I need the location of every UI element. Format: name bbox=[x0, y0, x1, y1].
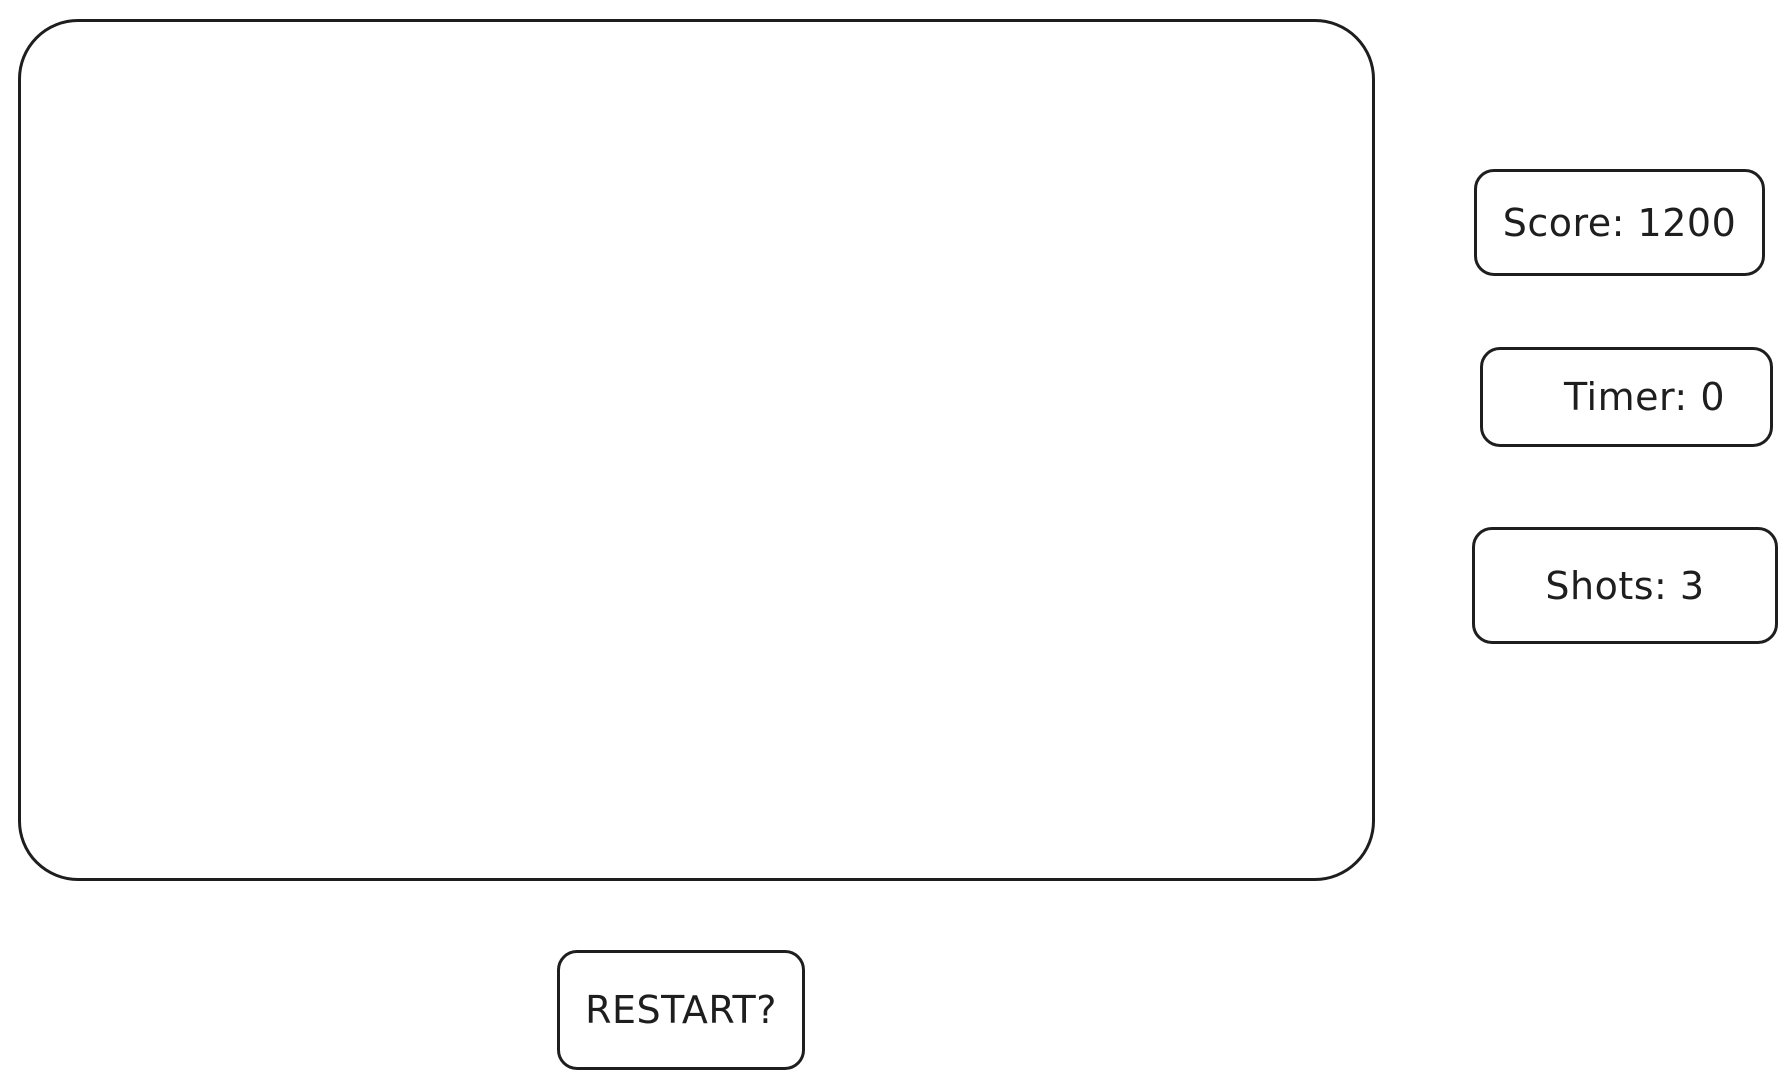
score-display: Score: 1200 bbox=[1474, 169, 1765, 276]
restart-button-label: RESTART? bbox=[585, 988, 777, 1032]
timer-label: Timer: 0 bbox=[1563, 375, 1725, 419]
score-label: Score: 1200 bbox=[1502, 200, 1737, 245]
game-canvas[interactable] bbox=[18, 19, 1375, 881]
restart-button[interactable]: RESTART? bbox=[557, 950, 805, 1070]
timer-display: Timer: 0 bbox=[1480, 347, 1773, 447]
shots-label: Shots: 3 bbox=[1545, 563, 1705, 608]
shots-display: Shots: 3 bbox=[1472, 527, 1778, 644]
